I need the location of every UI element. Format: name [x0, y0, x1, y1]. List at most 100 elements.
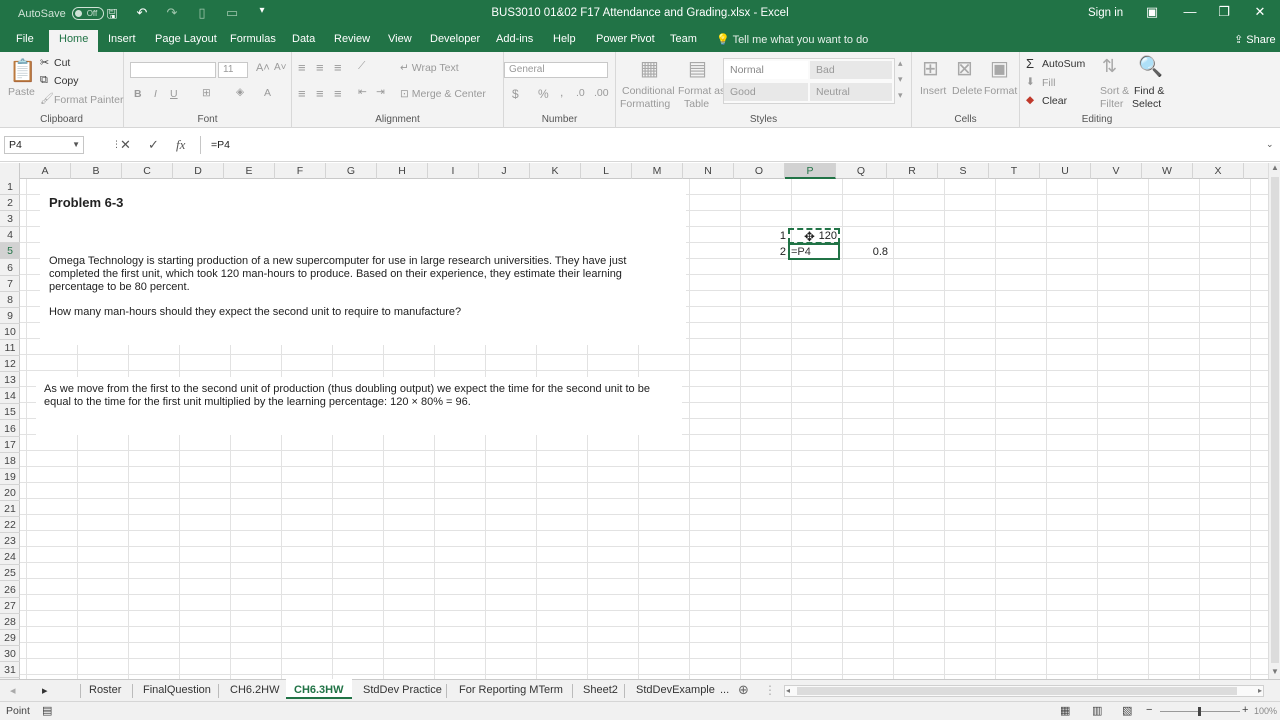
page-break-view-icon[interactable]: ▧ — [1122, 704, 1132, 717]
row-header-11[interactable]: 11 — [0, 340, 20, 356]
grow-font-icon[interactable]: A˄ — [256, 62, 270, 74]
redo-icon[interactable]: ↷ — [164, 5, 180, 27]
save-icon[interactable]: 🖫 — [104, 5, 120, 27]
autosave-toggle[interactable]: Off — [71, 7, 104, 20]
zoom-slider-thumb[interactable] — [1198, 707, 1201, 716]
add-sheet-icon[interactable]: ⊕ — [738, 682, 749, 698]
row-header-9[interactable]: 9 — [0, 308, 20, 324]
format-cells-button[interactable]: Format — [984, 85, 1017, 97]
fill-button[interactable]: Fill — [1042, 77, 1055, 89]
column-header-j[interactable]: J — [479, 163, 530, 179]
zoom-level[interactable]: 100% — [1254, 706, 1277, 716]
zoom-out-icon[interactable]: − — [1146, 704, 1152, 716]
scroll-tabs-left-icon[interactable]: ◂ — [10, 684, 16, 697]
column-header-g[interactable]: G — [326, 163, 377, 179]
row-header-23[interactable]: 23 — [0, 533, 20, 549]
cell-o4[interactable]: 1 — [774, 230, 786, 242]
row-header-13[interactable]: 13 — [0, 372, 20, 388]
tab-splitter-icon[interactable]: ⋮ — [764, 683, 776, 697]
row-header-8[interactable]: 8 — [0, 292, 20, 308]
currency-button[interactable]: $ — [512, 87, 519, 101]
fill-icon[interactable]: ⬇ — [1026, 76, 1035, 88]
confirm-edit-icon[interactable]: ✓ — [148, 137, 159, 153]
style-good[interactable]: Good — [724, 83, 808, 101]
row-header-24[interactable]: 24 — [0, 549, 20, 565]
conditional-formatting-button[interactable]: Conditional — [622, 85, 675, 97]
style-neutral[interactable]: Neutral — [810, 83, 892, 101]
column-header-l[interactable]: L — [581, 163, 632, 179]
row-header-25[interactable]: 25 — [0, 565, 20, 581]
format-cells-icon[interactable]: ▣ — [990, 56, 1009, 81]
tab-team[interactable]: Team — [670, 33, 697, 45]
autosave-control[interactable]: AutoSave Off — [18, 7, 104, 20]
row-header-29[interactable]: 29 — [0, 630, 20, 646]
tab-power-pivot[interactable]: Power Pivot — [596, 33, 655, 45]
ribbon-display-options-icon[interactable]: ▣ — [1142, 4, 1162, 20]
cut-icon[interactable]: ✂ — [40, 56, 49, 69]
cell-p5-editing[interactable]: =P4 — [791, 246, 811, 258]
sheet-tab-stddev-practice[interactable]: StdDev Practice — [363, 684, 442, 696]
row-header-19[interactable]: 19 — [0, 469, 20, 485]
scroll-left-icon[interactable]: ◂ — [786, 686, 790, 695]
sheet-tab-sheet2[interactable]: Sheet2 — [583, 684, 618, 696]
gallery-more-icon[interactable]: ▾ — [898, 90, 903, 101]
sign-in-link[interactable]: Sign in — [1088, 7, 1123, 19]
row-header-3[interactable]: 3 — [0, 211, 20, 227]
underline-button[interactable]: U — [170, 88, 178, 100]
delete-cells-button[interactable]: Delete — [952, 85, 982, 97]
row-header-12[interactable]: 12 — [0, 356, 20, 372]
row-header-1[interactable]: 1 — [0, 179, 20, 195]
row-header-27[interactable]: 27 — [0, 598, 20, 614]
column-header-n[interactable]: N — [683, 163, 734, 179]
paste-icon[interactable]: 📋 — [9, 58, 36, 84]
cell-o5[interactable]: 2 — [774, 246, 786, 258]
formula-input[interactable]: =P4 — [200, 136, 1276, 154]
tab-data[interactable]: Data — [292, 33, 315, 45]
decrease-decimal-icon[interactable]: .00 — [594, 87, 609, 99]
row-header-4[interactable]: 4 — [0, 227, 20, 243]
decrease-indent-icon[interactable]: ⇤ — [358, 86, 367, 98]
shrink-font-icon[interactable]: A˅ — [274, 62, 287, 73]
gallery-scroll-up-icon[interactable]: ▴ — [898, 58, 903, 69]
scroll-down-icon[interactable]: ▼ — [1271, 667, 1279, 676]
align-bottom-icon[interactable]: ≡ — [334, 60, 342, 75]
chevron-down-icon[interactable]: ▼ — [72, 137, 80, 153]
wrap-text-button[interactable]: ↵ Wrap Text — [400, 62, 459, 74]
row-header-21[interactable]: 21 — [0, 501, 20, 517]
column-header-i[interactable]: I — [428, 163, 479, 179]
share-button[interactable]: ⇪ Share — [1234, 33, 1276, 46]
customize-toolbar-icon[interactable]: ▾ — [254, 5, 270, 27]
find-select-icon[interactable]: 🔍 — [1138, 54, 1163, 79]
column-header-t[interactable]: T — [989, 163, 1040, 179]
delete-cells-icon[interactable]: ⊠ — [956, 56, 973, 81]
row-header-22[interactable]: 22 — [0, 517, 20, 533]
tab-file[interactable]: File — [16, 33, 34, 45]
font-color-icon[interactable]: A — [264, 87, 271, 99]
align-top-icon[interactable]: ≡ — [298, 60, 306, 75]
column-header-r[interactable]: R — [887, 163, 938, 179]
sheet-tab-stddevexample[interactable]: StdDevExample — [636, 684, 715, 696]
style-normal[interactable]: Normal — [724, 61, 808, 79]
column-header-h[interactable]: H — [377, 163, 428, 179]
select-all-corner[interactable] — [0, 163, 20, 179]
row-header-17[interactable]: 17 — [0, 437, 20, 453]
increase-indent-icon[interactable]: ⇥ — [376, 86, 385, 98]
row-header-10[interactable]: 10 — [0, 324, 20, 340]
name-box[interactable]: P4 ▼ — [4, 136, 84, 154]
row-header-7[interactable]: 7 — [0, 276, 20, 292]
row-header-5[interactable]: 5 — [0, 243, 20, 259]
row-header-15[interactable]: 15 — [0, 404, 20, 420]
macro-record-icon[interactable]: ▤ — [42, 704, 52, 717]
scroll-right-icon[interactable]: ▸ — [1258, 686, 1262, 695]
horizontal-scroll-thumb[interactable] — [797, 687, 1237, 695]
column-header-s[interactable]: S — [938, 163, 989, 179]
zoom-in-icon[interactable]: + — [1242, 704, 1248, 716]
insert-cells-button[interactable]: Insert — [920, 85, 946, 97]
column-header-k[interactable]: K — [530, 163, 581, 179]
column-header-o[interactable]: O — [734, 163, 785, 179]
insert-function-icon[interactable]: fx — [176, 137, 185, 153]
comma-button[interactable]: , — [560, 85, 563, 99]
row-header-30[interactable]: 30 — [0, 646, 20, 662]
row-header-6[interactable]: 6 — [0, 260, 20, 276]
horizontal-scrollbar[interactable]: ◂ ▸ — [784, 685, 1264, 697]
